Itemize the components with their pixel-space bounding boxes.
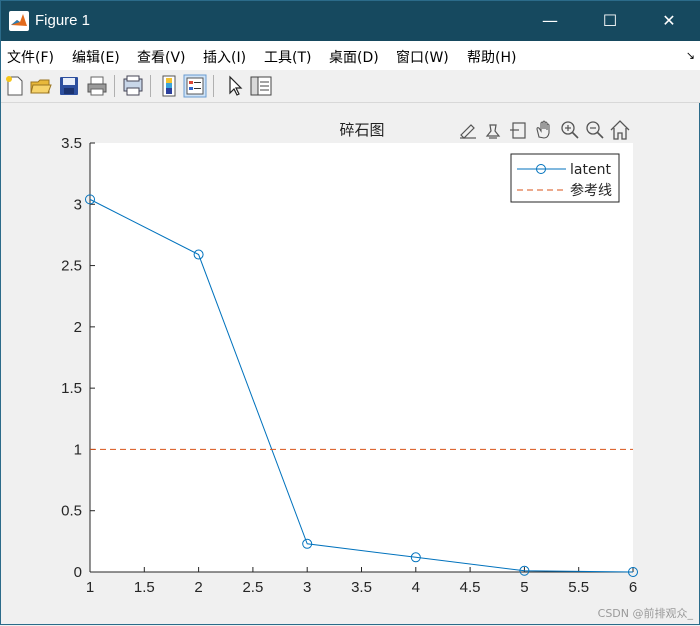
x-tick-label: 1.5: [134, 579, 155, 596]
y-tick-label: 0: [74, 564, 82, 581]
axes-background: [90, 143, 633, 572]
toolbar-separator: [213, 75, 214, 97]
menu-file[interactable]: 文件(F): [7, 47, 54, 67]
open-file-icon[interactable]: [29, 74, 53, 98]
y-tick-label: 3: [74, 196, 82, 213]
property-inspector-icon[interactable]: [249, 74, 273, 98]
print-preview-icon[interactable]: [121, 74, 145, 98]
matlab-icon: [9, 11, 29, 31]
x-tick-label: 1: [86, 579, 94, 596]
home-icon[interactable]: [610, 120, 630, 140]
zoom-out-icon[interactable]: [586, 121, 604, 139]
legend-icon[interactable]: [183, 74, 207, 98]
figure-window: Figure 1 — ☐ ✕ 文件(F) 编辑(E) 查看(V) 插入(I) 工…: [0, 0, 700, 625]
maximize-button[interactable]: ☐: [587, 1, 633, 41]
colorbar-icon[interactable]: [157, 74, 181, 98]
zoom-in-icon[interactable]: [561, 121, 579, 139]
data-tips-icon[interactable]: [485, 124, 501, 139]
y-tick-label: 2: [74, 319, 82, 336]
menu-bar: 文件(F) 编辑(E) 查看(V) 插入(I) 工具(T) 桌面(D) 窗口(W…: [1, 41, 700, 70]
menu-insert[interactable]: 插入(I): [203, 47, 246, 67]
x-tick-label: 3: [303, 579, 311, 596]
close-button[interactable]: ✕: [646, 1, 692, 41]
menu-help[interactable]: 帮助(H): [467, 47, 516, 67]
window-title: Figure 1: [35, 12, 91, 29]
pan-icon[interactable]: [536, 120, 550, 139]
legend-label: latent: [570, 162, 611, 178]
menu-overflow-icon[interactable]: ↘: [686, 49, 695, 62]
print-icon[interactable]: [85, 74, 109, 98]
y-tick-label: 2.5: [61, 258, 82, 275]
title-bar[interactable]: Figure 1 — ☐ ✕: [1, 1, 700, 41]
new-figure-icon[interactable]: [3, 74, 27, 98]
select-icon[interactable]: [510, 122, 526, 139]
menu-edit[interactable]: 编辑(E): [72, 47, 120, 67]
x-tick-label: 2: [194, 579, 202, 596]
x-tick-label: 4.5: [460, 579, 481, 596]
x-tick-label: 5.5: [568, 579, 589, 596]
figure-canvas: 碎石图 1 1.5 2 2.5 3 3.5 4 4.5 5 5.5 6 0 0.5 1 1.5 2 2.5 3 3.…: [1, 103, 700, 626]
y-tick-label: 3.5: [61, 135, 82, 152]
save-icon[interactable]: [57, 74, 81, 98]
y-tick-label: 1.5: [61, 380, 82, 397]
pointer-icon[interactable]: [223, 74, 247, 98]
figure-toolbar: [1, 70, 700, 103]
y-tick-label: 0.5: [61, 503, 82, 520]
toolbar-separator: [114, 75, 115, 97]
menu-window[interactable]: 窗口(W): [396, 47, 449, 67]
x-tick-label: 2.5: [242, 579, 263, 596]
watermark: CSDN @前排观众_: [597, 607, 693, 620]
toolbar-separator: [150, 75, 151, 97]
x-tick-label: 5: [520, 579, 528, 596]
menu-desktop[interactable]: 桌面(D): [329, 47, 379, 67]
y-tick-label: 1: [74, 441, 82, 458]
x-tick-label: 3.5: [351, 579, 372, 596]
brush-data-icon[interactable]: [460, 124, 476, 139]
plot: 碎石图 1 1.5 2 2.5 3 3.5 4 4.5 5 5.5 6 0 0.5 1 1.5 2 2.5 3 3.…: [61, 120, 638, 596]
menu-view[interactable]: 查看(V): [137, 47, 186, 67]
menu-tools[interactable]: 工具(T): [264, 47, 311, 67]
minimize-button[interactable]: —: [527, 1, 573, 41]
chart-title: 碎石图: [339, 121, 384, 139]
x-tick-label: 4: [412, 579, 420, 596]
legend-label: 参考线: [570, 182, 612, 199]
x-tick-label: 6: [629, 579, 637, 596]
axes-toolbar: [460, 120, 630, 140]
